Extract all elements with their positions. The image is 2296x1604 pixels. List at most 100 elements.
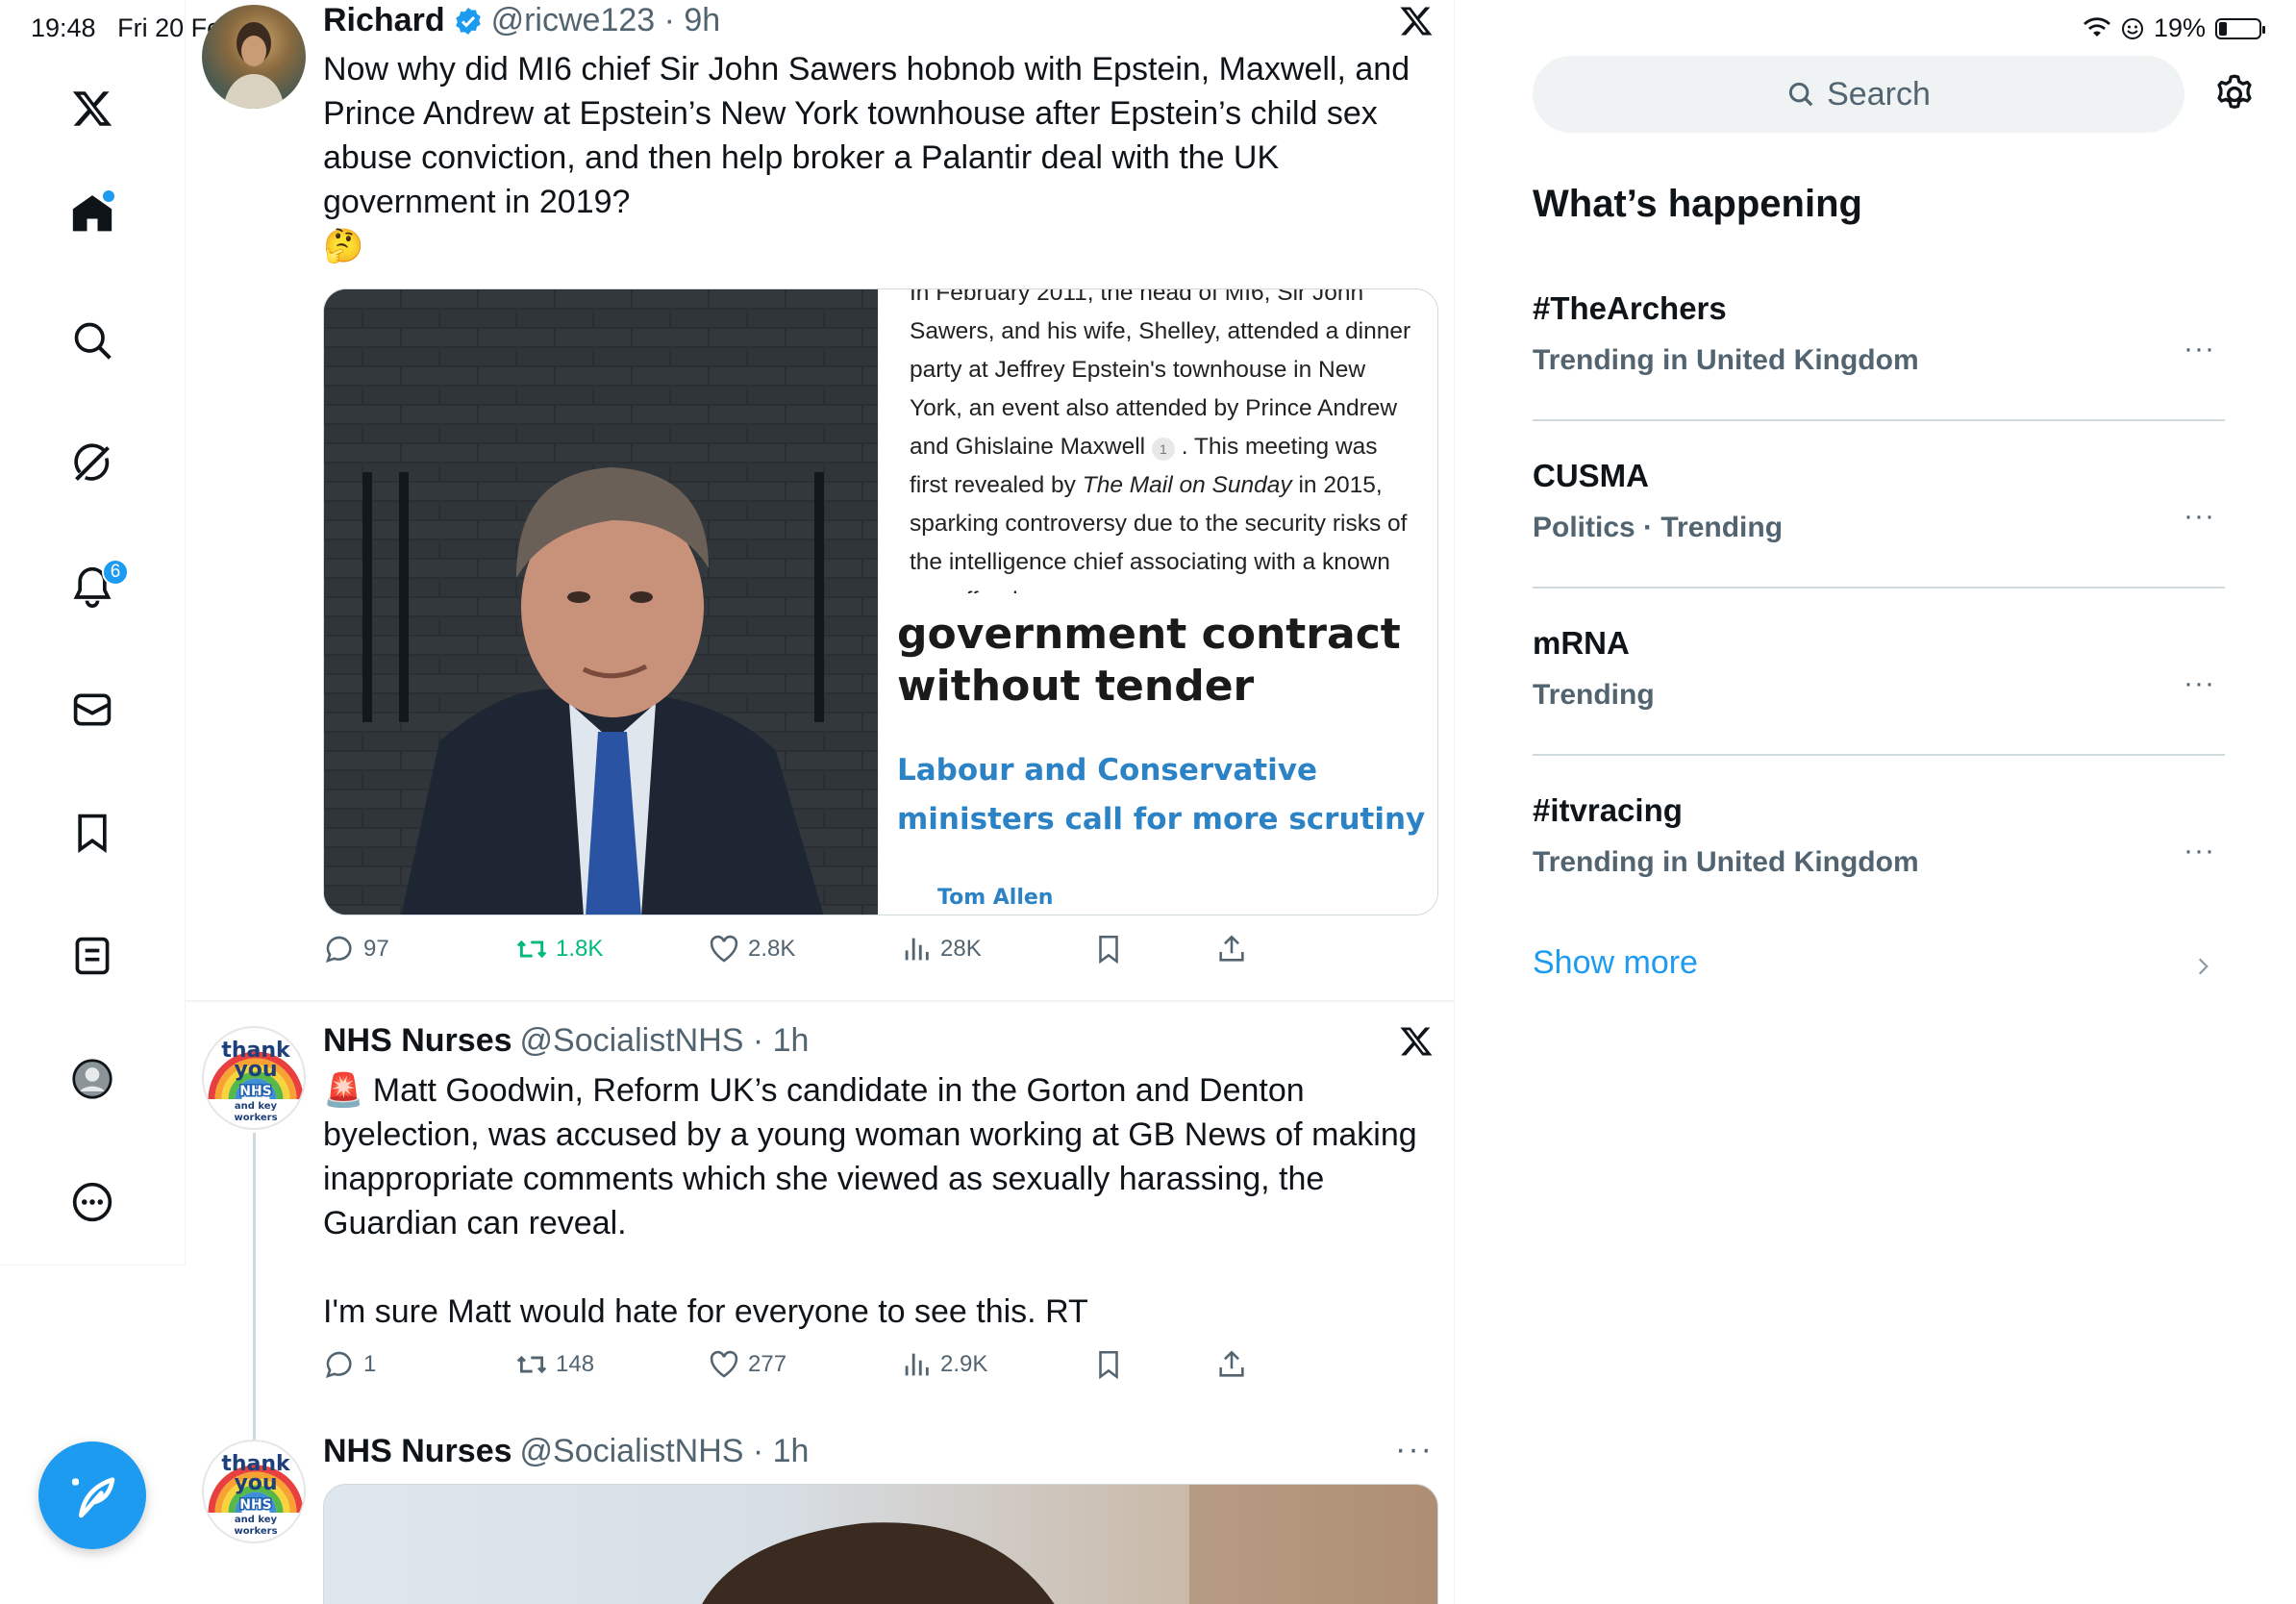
citation-badge: 1: [1151, 438, 1175, 461]
search-input[interactable]: Search: [1533, 56, 2184, 133]
share-button[interactable]: [1215, 933, 1248, 965]
tweet[interactable]: thank you NHS and key workers NHS Nurses…: [186, 1000, 1455, 1471]
tweet-more-button[interactable]: ···: [1395, 1431, 1434, 1468]
avatar-portrait: [223, 22, 285, 109]
tweet-text: 🚨 Matt Goodwin, Reform UK’s candidate in…: [323, 1072, 1417, 1330]
reply-icon: [325, 1351, 352, 1379]
repost-icon: [516, 1355, 547, 1374]
avatar[interactable]: [202, 5, 306, 109]
article-excerpt: In February 2011, the head of MI6, Sir J…: [878, 289, 1437, 915]
show-more-link[interactable]: Show more: [1533, 944, 2225, 992]
author-handle[interactable]: @ricwe123 · 9h: [491, 2, 721, 39]
like-button[interactable]: 2.8K: [708, 933, 795, 965]
tweet[interactable]: thank you NHS and key workers NHS Nurses…: [186, 1423, 1455, 1604]
repost-count: 148: [556, 1351, 595, 1377]
reply-button[interactable]: 97: [323, 933, 389, 965]
bookmark-button[interactable]: [1092, 1348, 1125, 1381]
trend-name: #itvracing: [1533, 792, 1683, 828]
verified-badge-icon: [455, 7, 481, 35]
repost-icon: [516, 940, 547, 959]
tweet-actions: 97 1.8K 2.8K 28K: [323, 933, 1285, 971]
search-icon[interactable]: [68, 316, 116, 364]
media-photo: [324, 289, 878, 915]
show-more-label: Show more: [1533, 944, 1698, 981]
author-handle[interactable]: @SocialistNHS · 1h: [520, 1022, 810, 1060]
tweet-header: Richard @ricwe123 · 9h: [323, 2, 720, 39]
author-name[interactable]: NHS Nurses: [323, 1022, 512, 1060]
x-logo-icon[interactable]: [68, 85, 116, 133]
grok-icon[interactable]: [68, 439, 116, 488]
share-button[interactable]: [1215, 1348, 1248, 1381]
messages-icon[interactable]: [68, 686, 116, 734]
x-logo-icon[interactable]: [1399, 4, 1434, 38]
thread-connector: [253, 1133, 256, 1471]
reply-count: 1: [363, 1351, 377, 1377]
trend-divider: [1533, 419, 2225, 421]
tweet-media[interactable]: [323, 1484, 1438, 1604]
chevron-right-icon: [2198, 958, 2209, 975]
tweet[interactable]: Richard @ricwe123 · 9h Now why did MI6 c…: [186, 0, 1455, 1000]
search-placeholder: Search: [1827, 75, 1931, 113]
heart-icon: [710, 1350, 738, 1378]
like-button[interactable]: 277: [708, 1348, 786, 1381]
share-icon: [1219, 1350, 1244, 1377]
trend-more-button[interactable]: ···: [2184, 333, 2215, 365]
views-button[interactable]: 2.9K: [900, 1348, 987, 1381]
status-right: 19%: [2083, 13, 2265, 43]
repost-button[interactable]: 148: [515, 1348, 594, 1381]
author-handle[interactable]: @SocialistNHS · 1h: [520, 1433, 810, 1470]
tweet-text: Now why did MI6 chief Sir John Sawers ho…: [323, 51, 1410, 264]
author-name[interactable]: NHS Nurses: [323, 1433, 512, 1470]
avatar[interactable]: thank you NHS and key workers: [202, 1440, 306, 1543]
search-icon: [1789, 82, 1813, 107]
trend-item[interactable]: CUSMA Politics · Trending ···: [1533, 458, 2225, 625]
nhs-thank-you-logo: thank you NHS and key workers: [208, 1039, 304, 1123]
left-nav: 6: [0, 0, 186, 1266]
svg-text:you: you: [234, 1471, 277, 1495]
trend-more-button[interactable]: ···: [2184, 500, 2215, 533]
trend-divider: [1533, 754, 2225, 756]
focus-icon: [2121, 17, 2143, 39]
x-logo-icon[interactable]: [1399, 1024, 1434, 1059]
trend-item[interactable]: #TheArchers Trending in United Kingdom ·…: [1533, 290, 2225, 458]
more-icon[interactable]: [68, 1178, 116, 1226]
trend-name: mRNA: [1533, 625, 1630, 661]
nhs-thank-you-logo: thank you NHS and key workers: [208, 1452, 304, 1537]
reply-button[interactable]: 1: [323, 1348, 376, 1381]
trend-divider: [1533, 587, 2225, 589]
trend-meta: Politics · Trending: [1533, 512, 1784, 543]
trend-item[interactable]: mRNA Trending ···: [1533, 625, 2225, 792]
settings-gear-icon[interactable]: [2213, 73, 2256, 115]
trend-more-button[interactable]: ···: [2184, 667, 2215, 700]
wifi-icon: [2083, 16, 2110, 37]
tweet-header: NHS Nurses @SocialistNHS · 1h: [323, 1433, 809, 1470]
compose-button[interactable]: [38, 1441, 146, 1549]
trend-item[interactable]: #itvracing Trending in United Kingdom ··…: [1533, 792, 2225, 960]
trend-more-button[interactable]: ···: [2184, 835, 2215, 867]
notification-count-badge: 6: [102, 559, 129, 586]
like-count: 2.8K: [748, 936, 796, 962]
avatar[interactable]: thank you NHS and key workers: [202, 1026, 306, 1130]
svg-text:and key: and key: [235, 1101, 278, 1112]
article-subheadline: Labour and Conservative ministers call f…: [897, 753, 1426, 837]
bookmarks-icon[interactable]: [68, 809, 116, 857]
svg-text:and key: and key: [235, 1515, 278, 1525]
repost-button[interactable]: 1.8K: [515, 933, 603, 965]
lists-icon[interactable]: [68, 932, 116, 980]
repost-count: 1.8K: [556, 936, 604, 962]
bookmark-button[interactable]: [1092, 933, 1125, 965]
reply-icon: [325, 936, 352, 964]
battery-icon: [2215, 17, 2265, 39]
timeline-feed: Richard @ricwe123 · 9h Now why did MI6 c…: [186, 0, 1455, 1604]
trend-name: CUSMA: [1533, 458, 1649, 493]
share-icon: [1219, 935, 1244, 962]
view-count: 28K: [940, 936, 982, 962]
view-count: 2.9K: [940, 1351, 988, 1377]
views-button[interactable]: 28K: [900, 933, 982, 965]
profile-icon[interactable]: [68, 1055, 116, 1103]
views-icon: [905, 938, 929, 961]
trend-meta: Trending: [1533, 679, 1655, 711]
tweet-media[interactable]: In February 2011, the head of MI6, Sir J…: [323, 288, 1438, 915]
author-name[interactable]: Richard: [323, 2, 445, 39]
trend-meta: Trending in United Kingdom: [1533, 846, 1919, 878]
